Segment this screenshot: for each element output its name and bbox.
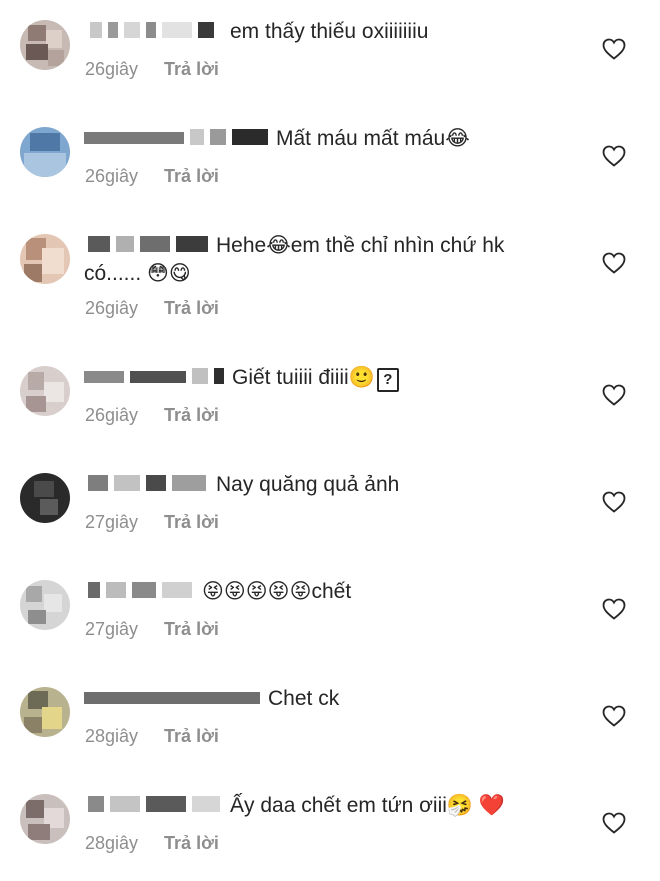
heart-icon[interactable] xyxy=(602,598,626,620)
comment-item: Nay quăng quả ảnh 27giây Trả lời xyxy=(0,453,660,560)
comment-text-continued: có...... 😳😋 xyxy=(84,262,191,285)
heart-icon[interactable] xyxy=(602,705,626,727)
comment-meta: 26giây Trả lời xyxy=(85,297,219,319)
username-redacted[interactable] xyxy=(84,365,226,387)
comment-time: 27giây xyxy=(85,512,139,532)
reply-button[interactable]: Trả lời xyxy=(164,619,219,639)
avatar[interactable] xyxy=(20,473,70,523)
comment-line: Mất máu mất máu😂 xyxy=(84,125,470,153)
avatar[interactable] xyxy=(20,127,70,177)
reply-button[interactable]: Trả lời xyxy=(164,726,219,746)
comment-item: Mất máu mất máu😂 26giây Trả lời xyxy=(0,107,660,214)
comment-text: Nay quăng quả ảnh xyxy=(216,473,400,496)
comment-item: 😝😝😝😝😝chết 27giây Trả lời xyxy=(0,560,660,667)
username-redacted[interactable] xyxy=(84,579,196,601)
avatar[interactable] xyxy=(20,366,70,416)
comment-line: Ấy daa chết em tứn ơiii🤧 ❤️ xyxy=(84,792,505,820)
heart-icon[interactable] xyxy=(602,38,626,60)
comment-item: Chet ck 28giây Trả lời xyxy=(0,667,660,774)
reply-button[interactable]: Trả lời xyxy=(164,166,219,186)
heart-icon[interactable] xyxy=(602,491,626,513)
comment-item: Hehe😂em thề chỉ nhìn chứ hk có...... 😳😋 … xyxy=(0,214,660,334)
comment-meta: 28giây Trả lời xyxy=(85,725,219,747)
comment-meta: 28giây Trả lời xyxy=(85,832,219,854)
unknown-glyph-box: ? xyxy=(376,368,399,392)
comment-time: 26giây xyxy=(85,59,139,79)
comment-item: em thấy thiếu oxiiiiiiiu 26giây Trả lời xyxy=(0,0,660,107)
reply-button[interactable]: Trả lời xyxy=(164,833,219,853)
avatar[interactable] xyxy=(20,794,70,844)
comment-text: Chet ck xyxy=(268,687,340,710)
comment-meta: 26giây Trả lời xyxy=(85,404,219,426)
comment-item: Ấy daa chết em tứn ơiii🤧 ❤️ 28giây Trả lờ… xyxy=(0,774,660,881)
comment-time: 27giây xyxy=(85,619,139,639)
heart-icon[interactable] xyxy=(602,812,626,834)
comment-item: Giết tuiiii điiii🙂? 26giây Trả lời xyxy=(0,346,660,453)
comment-text: Giết tuiiii điiii🙂 xyxy=(232,366,375,389)
avatar[interactable] xyxy=(20,234,70,284)
username-redacted[interactable] xyxy=(84,19,224,41)
comment-meta: 27giây Trả lời xyxy=(85,618,219,640)
comment-line: em thấy thiếu oxiiiiiiiu xyxy=(84,18,428,46)
comment-meta: 27giây Trả lời xyxy=(85,511,219,533)
username-redacted[interactable] xyxy=(84,686,262,708)
comment-text: 😝😝😝😝😝chết xyxy=(202,580,352,603)
reply-button[interactable]: Trả lời xyxy=(164,405,219,425)
comment-meta: 26giây Trả lời xyxy=(85,58,219,80)
comment-text: em thấy thiếu oxiiiiiiiu xyxy=(230,20,429,43)
heart-icon[interactable] xyxy=(602,384,626,406)
reply-button[interactable]: Trả lời xyxy=(164,512,219,532)
heart-icon[interactable] xyxy=(602,145,626,167)
comment-meta: 26giây Trả lời xyxy=(85,165,219,187)
username-redacted[interactable] xyxy=(84,472,210,494)
reply-button[interactable]: Trả lời xyxy=(164,59,219,79)
username-redacted[interactable] xyxy=(84,793,224,815)
username-redacted[interactable] xyxy=(84,126,270,148)
avatar[interactable] xyxy=(20,20,70,70)
heart-icon[interactable] xyxy=(602,252,626,274)
comment-text: Mất máu mất máu😂 xyxy=(276,127,470,150)
username-redacted[interactable] xyxy=(84,233,210,255)
comment-time: 28giây xyxy=(85,726,139,746)
comment-line-2: có...... 😳😋 xyxy=(84,260,191,288)
comment-text: Ấy daa chết em tứn ơiii🤧 ❤️ xyxy=(230,794,506,817)
comment-text: Hehe😂em thề chỉ nhìn chứ hk xyxy=(216,234,505,257)
comment-line: Chet ck xyxy=(84,685,339,713)
comment-line: Nay quăng quả ảnh xyxy=(84,471,399,499)
comment-line: Hehe😂em thề chỉ nhìn chứ hk xyxy=(84,232,504,260)
comment-time: 26giây xyxy=(85,405,139,425)
comment-time: 28giây xyxy=(85,833,139,853)
comment-time: 26giây xyxy=(85,298,139,318)
avatar[interactable] xyxy=(20,687,70,737)
comment-time: 26giây xyxy=(85,166,139,186)
comment-line: 😝😝😝😝😝chết xyxy=(84,578,351,606)
comment-line: Giết tuiiii điiii🙂? xyxy=(84,364,399,392)
avatar[interactable] xyxy=(20,580,70,630)
reply-button[interactable]: Trả lời xyxy=(164,298,219,318)
